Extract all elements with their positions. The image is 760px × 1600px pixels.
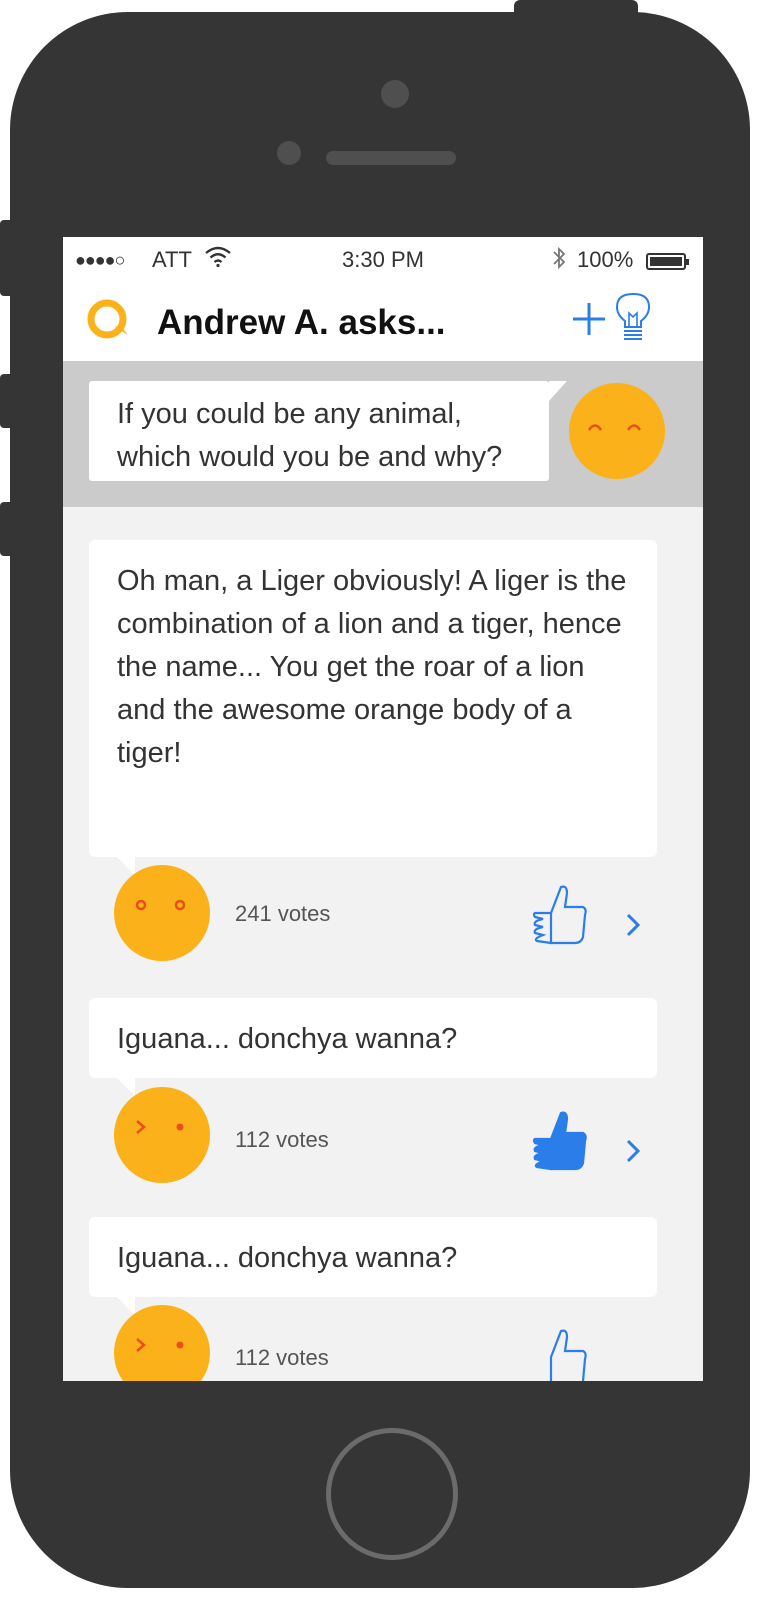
front-camera: [381, 80, 409, 108]
answer-bubble: Iguana... donchya wanna?: [89, 1217, 657, 1315]
chevron-right-icon[interactable]: [623, 1136, 643, 1166]
thumbs-up-outline-icon[interactable]: [531, 1327, 589, 1381]
status-bar: ●●●●○ ATT 3:30 PM 100%: [63, 237, 703, 285]
thumbs-up-outline-icon[interactable]: [531, 883, 589, 945]
answer-bubble: Oh man, a Liger obviously! A liger is th…: [89, 540, 657, 875]
answer-text: Oh man, a Liger obviously! A liger is th…: [117, 565, 627, 769]
battery-percent: 100%: [577, 247, 634, 272]
home-button[interactable]: [326, 1428, 458, 1560]
chevron-right-icon[interactable]: [623, 910, 643, 940]
happy-face-icon: [587, 424, 642, 431]
vote-count: 241 votes: [235, 901, 331, 926]
page-title: Andrew A. asks...: [157, 303, 446, 342]
vote-count: 112 votes: [235, 1127, 329, 1152]
squint-face-icon: [136, 1120, 184, 1134]
round-eyes-face-icon: [135, 899, 186, 911]
plus-icon[interactable]: [569, 299, 609, 339]
app-screen: ●●●●○ ATT 3:30 PM 100% Andrew A. asks...: [63, 237, 703, 1381]
lightbulb-icon[interactable]: [613, 291, 653, 343]
answer-avatar[interactable]: [114, 865, 210, 961]
squint-face-icon: [136, 1338, 184, 1352]
bluetooth-icon: [551, 244, 567, 278]
answer-avatar[interactable]: [114, 1087, 210, 1183]
answer-text: Iguana... donchya wanna?: [117, 1242, 458, 1274]
question-panel: If you could be any animal, which would …: [63, 361, 703, 507]
vote-count: 112 votes: [235, 1345, 329, 1370]
answer-text: Iguana... donchya wanna?: [117, 1023, 458, 1055]
battery-icon: [646, 253, 689, 270]
question-bubble: If you could be any animal, which would …: [89, 381, 567, 481]
answer-avatar[interactable]: [114, 1305, 210, 1381]
answer-bubble: Iguana... donchya wanna?: [89, 998, 657, 1096]
nav-bar: Andrew A. asks...: [63, 285, 703, 361]
proximity-sensor: [277, 141, 301, 165]
earpiece-speaker: [326, 151, 456, 165]
logo-icon: [87, 299, 128, 339]
asker-avatar[interactable]: [569, 383, 665, 479]
question-text: If you could be any animal, which would …: [117, 398, 503, 473]
thumbs-up-filled-icon[interactable]: [531, 1109, 589, 1171]
